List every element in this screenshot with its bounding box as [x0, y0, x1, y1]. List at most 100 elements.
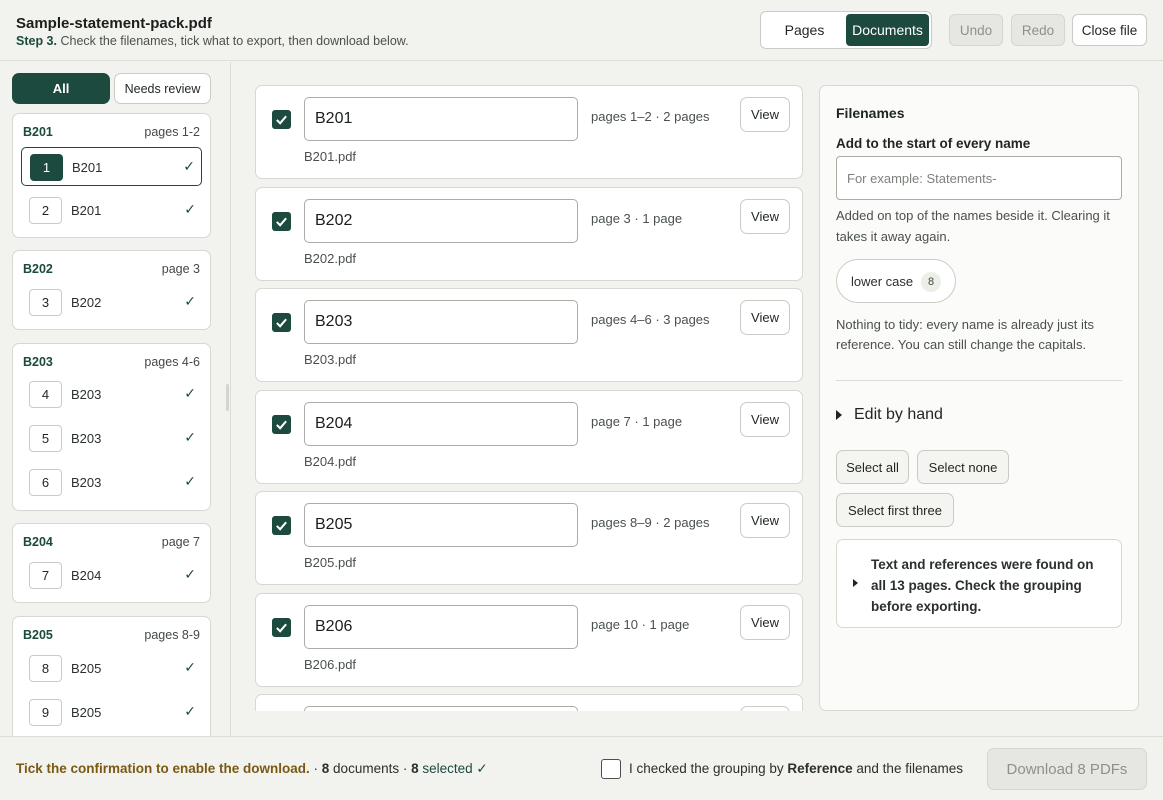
- view-button[interactable]: View: [740, 402, 790, 437]
- page-row[interactable]: 8 B205 ✓: [21, 649, 202, 688]
- check-icon: ✓: [184, 429, 196, 445]
- header: Sample-statement-pack.pdf Step 3. Check …: [0, 0, 1163, 61]
- page-row[interactable]: 5 B203 ✓: [21, 419, 202, 458]
- page-group: B204 page 7 7 B204 ✓: [12, 523, 211, 603]
- document-list: pages 1–2 · 2 pages View B201.pdf page 3…: [231, 62, 811, 711]
- filename-input[interactable]: [304, 706, 578, 711]
- filename-input[interactable]: [304, 199, 578, 243]
- document-card: pages 1–2 · 2 pages View B201.pdf: [255, 85, 803, 179]
- document-card: [255, 694, 803, 711]
- tidy-note: Nothing to tidy: every name is already j…: [836, 317, 1094, 352]
- lowercase-button[interactable]: lower case 8: [836, 259, 956, 303]
- close-file-button[interactable]: Close file: [1072, 14, 1147, 46]
- prefix-input[interactable]: [836, 156, 1122, 200]
- edit-by-hand-toggle[interactable]: Edit by hand: [836, 406, 943, 424]
- filename-input[interactable]: [304, 503, 578, 547]
- page-reference: B201: [72, 160, 103, 175]
- tab-pages[interactable]: Pages: [763, 14, 846, 46]
- check-icon: ✓: [184, 659, 196, 675]
- page-row[interactable]: 4 B203 ✓: [21, 375, 202, 414]
- group-reference: B201: [23, 125, 53, 139]
- page-reference: B202: [71, 295, 102, 310]
- check-icon: ✓: [184, 201, 196, 217]
- edit-by-hand-label: Edit by hand: [854, 406, 943, 423]
- check-icon: ✓: [184, 293, 196, 309]
- export-checkbox[interactable]: [272, 313, 291, 332]
- footer-status: Tick the confirmation to enable the down…: [16, 761, 488, 777]
- page-row[interactable]: 6 B203 ✓: [21, 463, 202, 502]
- download-button[interactable]: Download 8 PDFs: [987, 748, 1147, 790]
- document-card: page 10 · 1 page View B206.pdf: [255, 593, 803, 687]
- page-group: B201 pages 1-2 1 B201 ✓ 2 B201 ✓: [12, 113, 211, 238]
- filename-preview: B201.pdf: [304, 149, 357, 164]
- resize-handle[interactable]: [226, 384, 229, 411]
- page-group: B202 page 3 3 B202 ✓: [12, 250, 211, 330]
- confirm-label[interactable]: I checked the grouping by Reference and …: [629, 761, 963, 776]
- tab-documents[interactable]: Documents: [846, 14, 929, 46]
- filename-preview: B203.pdf: [304, 352, 357, 367]
- step-text: Check the filenames, tick what to export…: [60, 34, 409, 48]
- group-range: pages 8-9: [144, 628, 200, 642]
- checkmark-icon: [276, 318, 287, 328]
- filename-preview: B202.pdf: [304, 251, 357, 266]
- filename-input[interactable]: [304, 300, 578, 344]
- page-reference: B203: [71, 475, 102, 490]
- confirm-text-bold: Reference: [787, 761, 853, 776]
- page-number: 5: [29, 425, 62, 452]
- page-row[interactable]: 3 B202 ✓: [21, 283, 202, 322]
- page-number: 3: [29, 289, 62, 316]
- export-checkbox[interactable]: [272, 516, 291, 535]
- filename-input[interactable]: [304, 402, 578, 446]
- group-reference: B205: [23, 628, 53, 642]
- confirm-checkbox[interactable]: [601, 759, 621, 779]
- export-checkbox[interactable]: [272, 415, 291, 434]
- footer: Tick the confirmation to enable the down…: [0, 736, 1163, 800]
- document-page-range: pages 4–6 · 3 pages: [591, 312, 710, 327]
- filename-input[interactable]: [304, 605, 578, 649]
- check-icon: ✓: [183, 158, 195, 174]
- view-button[interactable]: View: [740, 199, 790, 234]
- page-number: 2: [29, 197, 62, 224]
- export-checkbox[interactable]: [272, 212, 291, 231]
- group-range: pages 1-2: [144, 125, 200, 139]
- view-button[interactable]: View: [740, 503, 790, 538]
- filename-input[interactable]: [304, 97, 578, 141]
- filter-all-button[interactable]: All: [12, 73, 110, 104]
- undo-button[interactable]: Undo: [949, 14, 1003, 46]
- page-number: 7: [29, 562, 62, 589]
- document-page-range: page 7 · 1 page: [591, 414, 683, 429]
- panel-title: Filenames: [836, 105, 905, 121]
- select-first-three-button[interactable]: Select first three: [836, 493, 954, 527]
- page-row[interactable]: 9 B205 ✓: [21, 693, 202, 732]
- checkmark-icon: [276, 115, 287, 125]
- disclosure-triangle-icon: [853, 579, 858, 587]
- page-reference: B201: [71, 203, 102, 218]
- check-icon: ✓: [184, 385, 196, 401]
- prefix-help: Added on top of the names beside it. Cle…: [836, 208, 1110, 244]
- filter-needs-review-button[interactable]: Needs review: [114, 73, 211, 104]
- lowercase-label: lower case: [851, 273, 914, 289]
- select-all-button[interactable]: Select all: [836, 450, 909, 484]
- document-word: documents ·: [329, 761, 412, 776]
- detection-summary[interactable]: Text and references were found on all 13…: [836, 539, 1122, 628]
- page-row[interactable]: 1 B201 ✓: [21, 147, 202, 186]
- selected-word: selected ✓: [418, 761, 488, 776]
- select-none-button[interactable]: Select none: [917, 450, 1009, 484]
- view-button[interactable]: [740, 706, 790, 711]
- redo-button[interactable]: Redo: [1011, 14, 1065, 46]
- export-checkbox[interactable]: [272, 618, 291, 637]
- check-icon: ✓: [184, 703, 196, 719]
- page-reference: B204: [71, 568, 102, 583]
- disclosure-triangle-icon: [836, 410, 842, 420]
- page-row[interactable]: 7 B204 ✓: [21, 556, 202, 595]
- document-card: page 7 · 1 page View B204.pdf: [255, 390, 803, 484]
- export-checkbox[interactable]: [272, 110, 291, 129]
- document-page-range: pages 1–2 · 2 pages: [591, 109, 710, 124]
- group-reference: B203: [23, 355, 53, 369]
- divider: [836, 380, 1122, 381]
- view-button[interactable]: View: [740, 605, 790, 640]
- detection-summary-text: Text and references were found on all 13…: [871, 557, 1094, 614]
- view-button[interactable]: View: [740, 97, 790, 132]
- page-row[interactable]: 2 B201 ✓: [21, 191, 202, 230]
- view-button[interactable]: View: [740, 300, 790, 335]
